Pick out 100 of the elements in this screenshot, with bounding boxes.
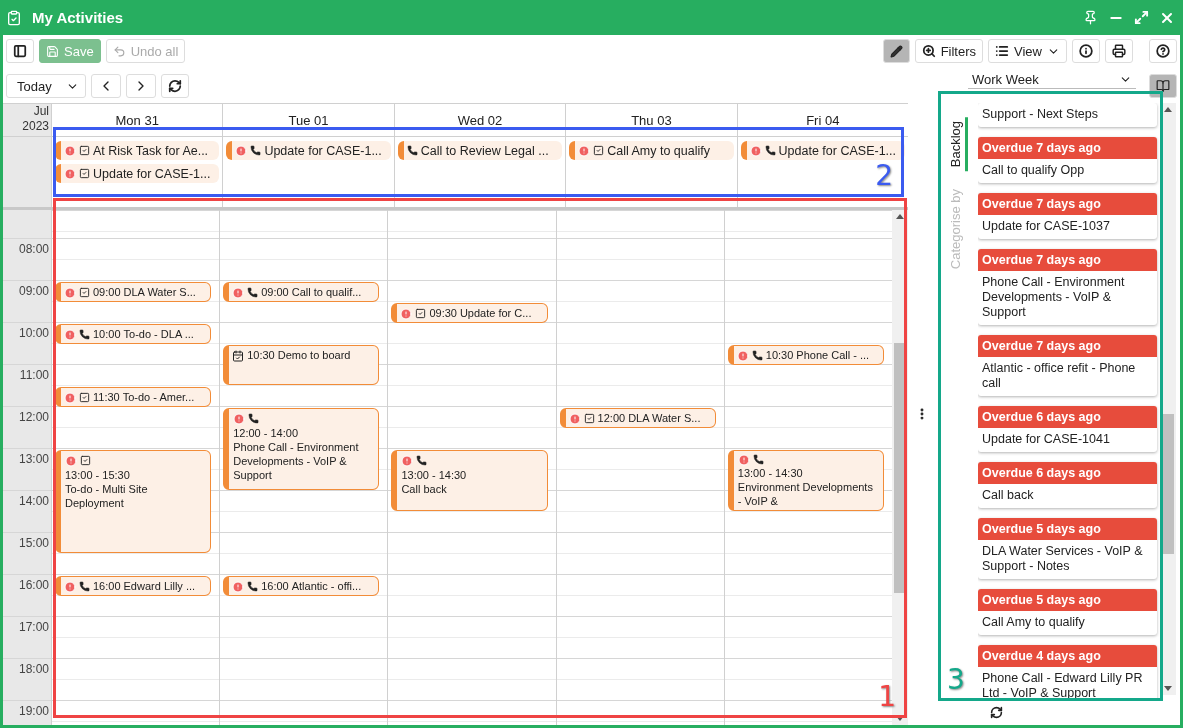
- phone-icon: [764, 145, 776, 156]
- view-button[interactable]: View: [988, 39, 1067, 63]
- calendar-event[interactable]: 11:30 To-do - Amer...: [55, 387, 212, 407]
- help-icon: [1156, 44, 1170, 58]
- card-title: Update for CASE-1041: [981, 431, 1111, 448]
- calendar-event[interactable]: 16:00 Edward Lilly ...: [55, 576, 212, 596]
- calendar-event[interactable]: 13:00 - 14:30 Environment Developments - VoIP &: [727, 450, 884, 511]
- scroll-up-arrow-icon[interactable]: [1164, 107, 1172, 112]
- print-button[interactable]: [1105, 39, 1133, 63]
- phone-icon: [247, 581, 259, 592]
- phone-icon: [751, 350, 763, 361]
- backlog-card[interactable]: Overdue 7 days ago Call to qualify Opp: [978, 137, 1157, 183]
- backlog-card[interactable]: Overdue 6 days ago Call back: [978, 462, 1157, 508]
- pin-icon[interactable]: [1083, 10, 1098, 25]
- event-title: Call to qualif...: [291, 285, 362, 299]
- info-icon: [1079, 44, 1093, 58]
- year-label: 2023: [22, 119, 49, 134]
- calendar-event[interactable]: 13:00 - 14:30 Call back: [391, 450, 548, 511]
- month-label: Jul: [33, 104, 49, 119]
- side-tab[interactable]: Backlog: [946, 117, 968, 172]
- all-day-event[interactable]: Call to Review Legal ...: [397, 141, 563, 160]
- hour-label: 14:00: [18, 494, 49, 508]
- calendar-event[interactable]: 09:30 Update for C...: [391, 303, 548, 323]
- calendar-event[interactable]: 10:30 Demo to board: [223, 345, 380, 385]
- event-time: 13:00 - 14:30: [401, 468, 468, 482]
- card-title: Call back: [981, 487, 1035, 504]
- hour-label: 18:00: [18, 662, 49, 676]
- filters-button[interactable]: Filters: [914, 39, 984, 63]
- event-time: 12:00 - 14:00: [233, 426, 300, 440]
- event-time: 11:30: [93, 390, 120, 404]
- maximize-icon[interactable]: [1134, 10, 1149, 25]
- event-title: DLA Water S...: [123, 285, 196, 299]
- event-title: To-do - DLA ...: [123, 327, 194, 341]
- refresh-icon[interactable]: [989, 705, 1003, 719]
- calendar-event[interactable]: 09:00 Call to qualif...: [223, 282, 380, 302]
- event-title: Update for C...: [459, 306, 532, 320]
- calendar-event[interactable]: 13:00 - 15:30 To-do - Multi Site Deployment: [55, 450, 212, 553]
- book-button[interactable]: [1149, 74, 1177, 98]
- checkbox-icon: [79, 168, 90, 179]
- card-title: Update for CASE-1037: [981, 218, 1111, 235]
- callout-number: 1: [878, 683, 896, 711]
- phone-icon: [79, 329, 90, 340]
- printer-icon: [1112, 44, 1126, 58]
- calendar-event[interactable]: 10:30 Phone Call - ...: [727, 345, 884, 365]
- all-day-event[interactable]: Call Amy to qualify: [569, 141, 734, 160]
- panel-toggle-button[interactable]: [6, 39, 34, 63]
- overdue-label: Overdue 7 days ago: [978, 137, 1157, 159]
- list-icon: [995, 44, 1010, 58]
- backlog-card[interactable]: Overdue 7 days ago Phone Call - Environment Developments - VoIP & Support: [978, 249, 1157, 325]
- clipboard-icon: [6, 9, 22, 26]
- day-header: Fri 04: [736, 104, 908, 136]
- book-icon: [1156, 79, 1170, 93]
- calendar-event[interactable]: 12:00 - 14:00 Phone Call - Environment Developments - VoIP & Support: [223, 408, 380, 490]
- backlog-card[interactable]: Overdue 6 days ago Update for CASE-1041: [978, 406, 1157, 452]
- all-day-event[interactable]: At Risk Task for Ae...: [55, 141, 220, 160]
- event-title: Phone Call - ...: [796, 348, 870, 362]
- calendar-event[interactable]: 10:00 To-do - DLA ...: [55, 324, 212, 344]
- refresh-button[interactable]: [160, 74, 189, 98]
- event-time: 09:00: [261, 285, 289, 299]
- hour-label: 12:00: [18, 410, 49, 424]
- event-time: 10:30: [247, 348, 275, 362]
- event-time: 13:00 - 14:30: [737, 466, 804, 480]
- help-button[interactable]: [1149, 39, 1177, 63]
- backlog-card[interactable]: Overdue 7 days ago Atlantic - office refit - Phone call: [978, 335, 1157, 396]
- checkbox-icon: [79, 392, 90, 403]
- info-button[interactable]: [1072, 39, 1100, 63]
- previous-button[interactable]: [90, 74, 121, 98]
- hour-label: 08:00: [18, 242, 49, 256]
- calendar-event[interactable]: 16:00 Atlantic - offi...: [223, 576, 380, 596]
- backlog-card[interactable]: Overdue 4 days ago Phone Call - Edward Lilly PR Ltd - VoIP & Support: [978, 645, 1157, 699]
- event-title: Call back: [401, 482, 448, 496]
- day-header: Mon 31: [51, 104, 223, 136]
- scroll-up-arrow-icon[interactable]: [896, 214, 904, 219]
- card-title: Phone Call - Environment Developments - VoIP & Support: [981, 274, 1126, 321]
- hour-label: 17:00: [18, 620, 49, 634]
- hour-label: 10:00: [18, 326, 49, 340]
- backlog-card[interactable]: Support - Next Steps: [978, 103, 1157, 127]
- phone-icon: [247, 287, 259, 298]
- overdue-label: Overdue 6 days ago: [978, 462, 1157, 484]
- all-day-event[interactable]: Update for CASE-1...: [55, 164, 220, 183]
- backlog-card[interactable]: Overdue 5 days ago Call Amy to qualify: [978, 589, 1157, 635]
- all-day-event[interactable]: Update for CASE-1...: [740, 141, 905, 160]
- calendar-event[interactable]: 09:00 DLA Water S...: [55, 282, 212, 302]
- event-time: 16:00: [93, 579, 121, 593]
- calendar-event[interactable]: 12:00 DLA Water S...: [559, 408, 716, 428]
- backlog-card[interactable]: Overdue 7 days ago Update for CASE-1037: [978, 193, 1157, 239]
- today-select[interactable]: Today: [6, 74, 86, 98]
- undo-icon: [112, 44, 126, 58]
- backlog-card[interactable]: Overdue 5 days ago DLA Water Services - VoIP & Support - Notes: [978, 518, 1157, 579]
- edit-button[interactable]: [882, 39, 910, 63]
- callout-number: 2: [875, 162, 893, 190]
- checkbox-icon: [583, 413, 595, 424]
- all-day-event[interactable]: Update for CASE-1...: [226, 141, 391, 160]
- calendar-icon: [232, 349, 245, 362]
- callout-number: 3: [947, 666, 965, 694]
- event-time: 13:00 - 15:30: [65, 468, 131, 482]
- event-title: Phone Call - Environment Developments - VoIP & Support: [233, 440, 360, 482]
- scroll-down-arrow-icon[interactable]: [1164, 686, 1172, 691]
- checkbox-icon: [79, 145, 90, 156]
- scroll-down-arrow-icon[interactable]: [896, 716, 904, 721]
